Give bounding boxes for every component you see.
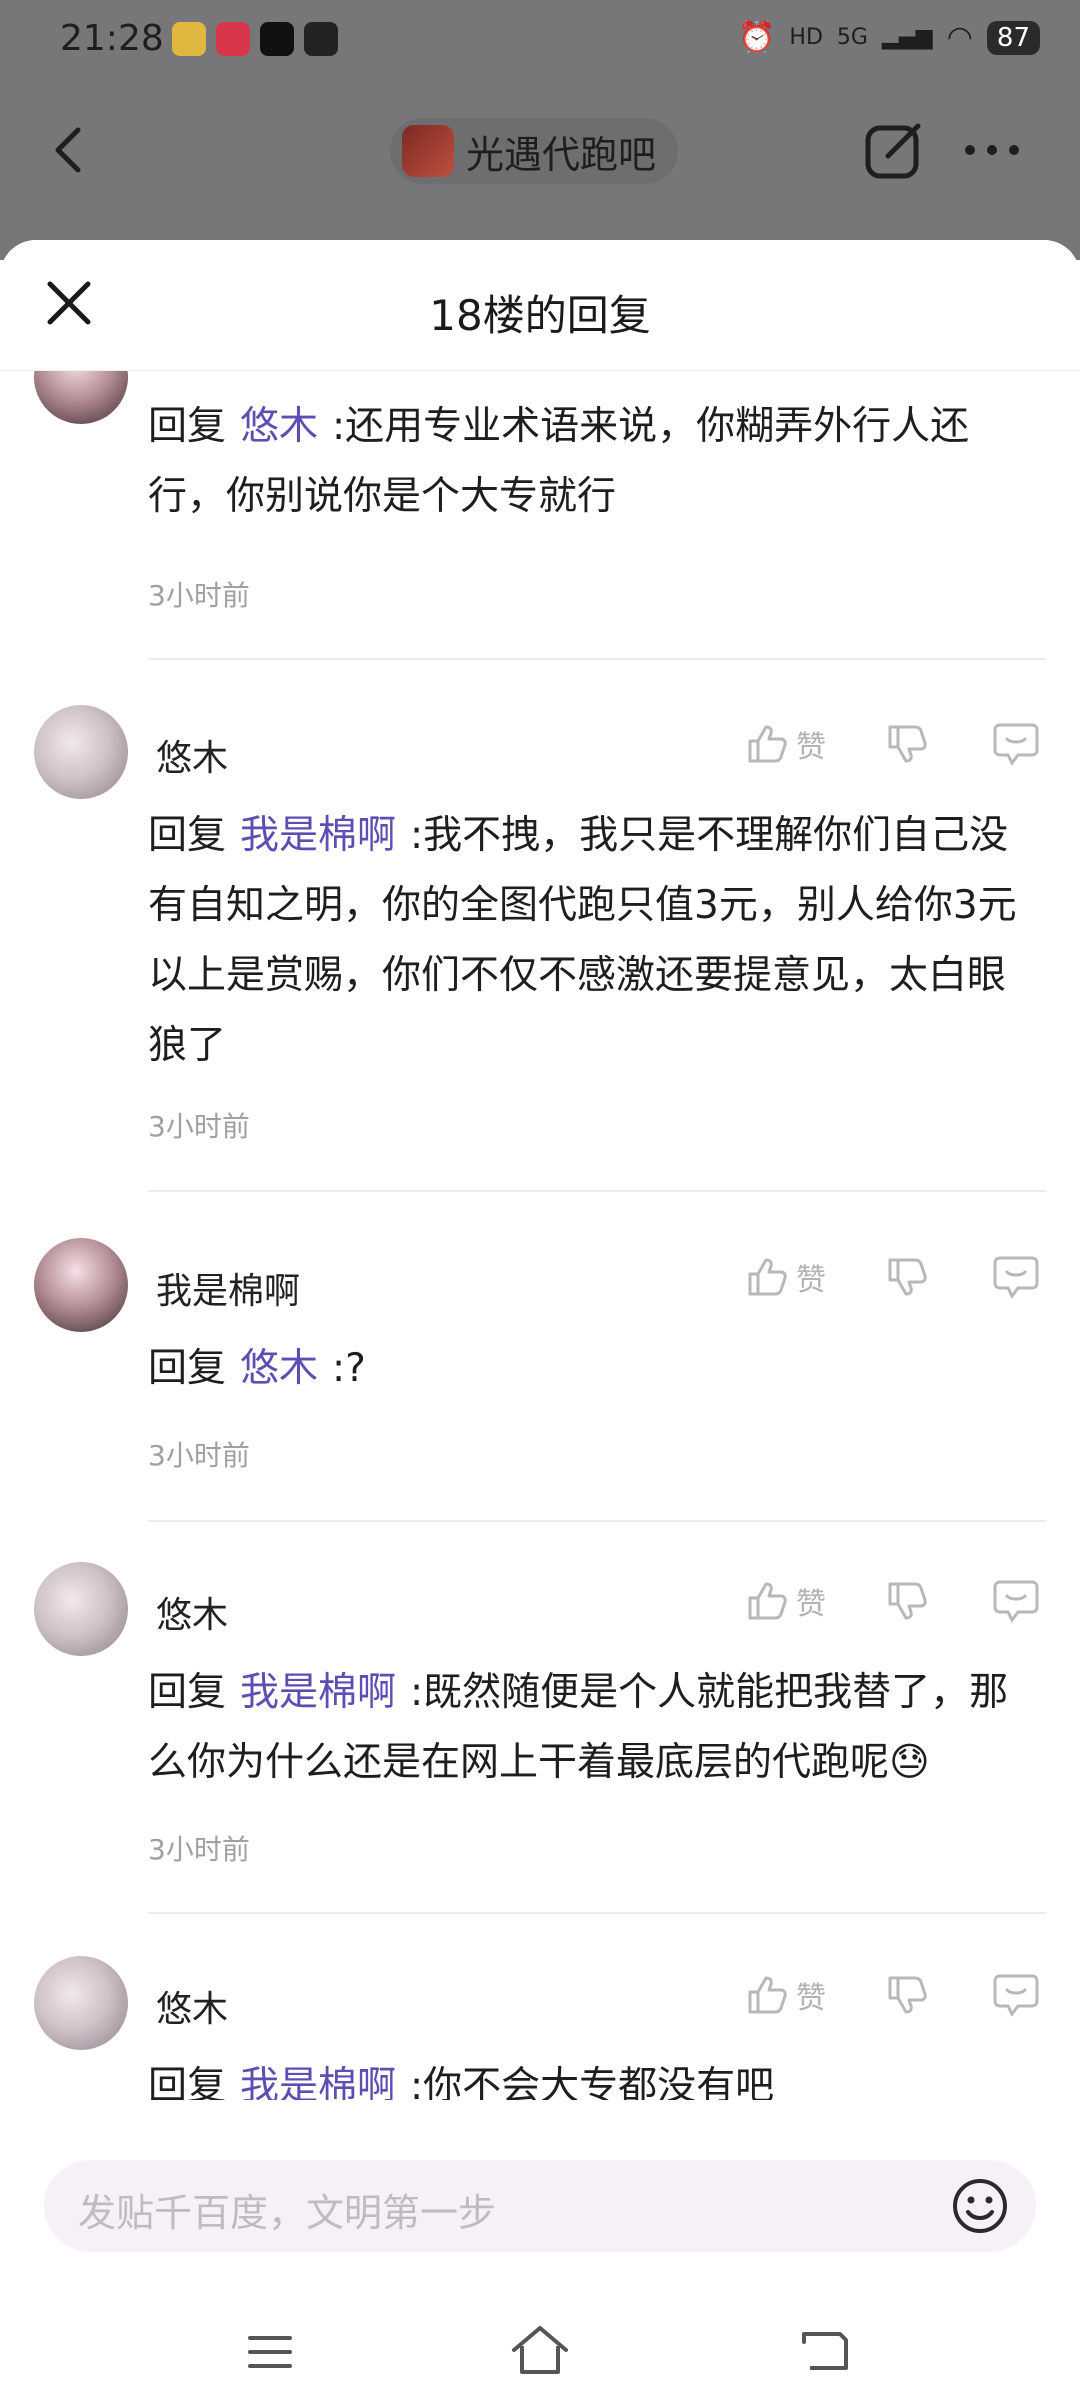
mention-link[interactable]: 悠木 (240, 404, 318, 449)
sheet-title: 18楼的回复 (429, 291, 651, 340)
reply-list[interactable]: 回复 悠木:还用专业术语来说，你糊弄外行人还行，你别说你是个大专就行 3小时前 悠… (0, 370, 1080, 2100)
wifi-icon: ◠ (946, 20, 973, 55)
reply-prefix: 回复 (148, 404, 227, 449)
status-bar: 21:28 ⏰ HD 5G ▂▄▆ ◠ 87 (0, 0, 1080, 82)
reply-time: 3小时前 (148, 1110, 250, 1143)
comment-input[interactable]: 发贴千百度，文明第一步 (44, 2160, 1036, 2252)
share-icon[interactable] (862, 120, 924, 182)
like-label: 赞 (796, 1981, 826, 2016)
forum-avatar (402, 125, 454, 177)
username[interactable]: 悠木 (156, 1586, 228, 1638)
system-icons: ⏰ HD 5G ▂▄▆ ◠ 87 (738, 20, 1040, 55)
thumbs-down-icon[interactable] (884, 1972, 930, 2018)
reply-actions: 赞 (744, 1578, 1040, 1624)
reply-content: 回复 我是棉啊:既然随便是个人就能把我替了，那么你为什么还是在网上干着最底层的代跑… (148, 1658, 1038, 1798)
thumbs-down-icon[interactable] (884, 721, 930, 767)
thumbs-down-icon[interactable] (884, 1254, 930, 1300)
menu-icon[interactable] (246, 2332, 294, 2372)
hd-icon: HD (789, 25, 823, 50)
reply-actions: 赞 (744, 721, 1040, 767)
avatar[interactable] (34, 1238, 128, 1332)
notification-icons (172, 22, 338, 56)
comment-icon[interactable] (992, 1578, 1040, 1624)
username[interactable]: 悠木 (156, 729, 228, 781)
thumbs-up-icon (748, 1258, 787, 1296)
signal-icon: ▂▄▆ (881, 25, 933, 50)
mention-link[interactable]: 悠木 (240, 1346, 318, 1391)
battery-level: 87 (986, 20, 1040, 55)
thumbs-down-icon[interactable] (884, 1578, 930, 1624)
reply-body: :你不会大专都没有吧 (410, 2064, 775, 2100)
forum-name: 光遇代跑吧 (466, 132, 657, 177)
avatar[interactable] (34, 1562, 128, 1656)
background-page: 21:28 ⏰ HD 5G ▂▄▆ ◠ 87 光遇代跑吧 (0, 0, 1080, 260)
app-notification-icon (304, 22, 338, 56)
thumbs-up-icon (748, 725, 787, 763)
reply-sheet: 18楼的回复 回复 悠木:还用专业术语来说，你糊弄外行人还行，你别说你是个大专就行… (0, 240, 1080, 2400)
sweat-emoji: 😓 (889, 1740, 930, 1785)
top-navigation: 光遇代跑吧 (0, 100, 1080, 200)
mention-link[interactable]: 我是棉啊 (240, 813, 396, 858)
status-time: 21:28 (60, 18, 164, 59)
reply-prefix: 回复 (148, 1346, 227, 1391)
like-label: 赞 (796, 1263, 826, 1298)
reply-actions: 赞 (744, 1972, 1040, 2018)
reply-time: 3小时前 (148, 1439, 250, 1472)
sheet-header: 18楼的回复 (0, 240, 1080, 371)
reply-actions: 赞 (744, 1254, 1040, 1300)
like-button[interactable]: 赞 (744, 1972, 826, 2018)
reply-time: 3小时前 (148, 1833, 250, 1866)
emoji-icon[interactable] (950, 2176, 1010, 2236)
system-navigation-bar (0, 2300, 1080, 2400)
divider (148, 1190, 1046, 1192)
avatar[interactable] (34, 370, 128, 424)
like-button[interactable]: 赞 (744, 1254, 826, 1300)
mention-link[interactable]: 我是棉啊 (240, 2064, 396, 2100)
home-icon[interactable] (510, 2324, 570, 2376)
back-arrow-icon[interactable] (40, 120, 100, 180)
comment-icon[interactable] (992, 721, 1040, 767)
thumbs-up-icon (748, 1582, 787, 1620)
reply-prefix: 回复 (148, 1670, 227, 1715)
tiktok-icon (260, 22, 294, 56)
input-placeholder: 发贴千百度，文明第一步 (78, 2191, 497, 2235)
app-notification-icon (216, 22, 250, 56)
like-label: 赞 (796, 730, 826, 765)
username[interactable]: 我是棉啊 (156, 1262, 300, 1314)
avatar[interactable] (34, 705, 128, 799)
reply-body: :? (332, 1346, 366, 1391)
reply-content: 回复 悠木:还用专业术语来说，你糊弄外行人还行，你别说你是个大专就行 (148, 392, 1038, 532)
like-label: 赞 (796, 1587, 826, 1622)
mention-link[interactable]: 我是棉啊 (240, 1670, 396, 1715)
alarm-icon: ⏰ (738, 20, 776, 55)
avatar[interactable] (34, 1956, 128, 2050)
reply-content: 回复 悠木:? (148, 1334, 1038, 1404)
divider (148, 1520, 1046, 1522)
reply-content: 回复 我是棉啊 :你不会大专都没有吧 (148, 2052, 1038, 2100)
reply-time: 3小时前 (148, 579, 250, 612)
app-notification-icon (172, 22, 206, 56)
network-label: 5G (836, 25, 868, 50)
username[interactable]: 悠木 (156, 1980, 228, 2032)
reply-prefix: 回复 (148, 2064, 227, 2100)
forum-chip[interactable]: 光遇代跑吧 (390, 118, 679, 184)
thumbs-up-icon (748, 1976, 787, 2014)
more-icon[interactable] (962, 130, 1022, 170)
reply-content: 回复 我是棉啊:我不拽，我只是不理解你们自己没有自知之明，你的全图代跑只值3元，别… (148, 801, 1038, 1081)
like-button[interactable]: 赞 (744, 721, 826, 767)
reply-prefix: 回复 (148, 813, 227, 858)
divider (148, 658, 1046, 660)
divider (148, 1912, 1046, 1914)
back-icon[interactable] (800, 2328, 852, 2374)
comment-icon[interactable] (992, 1972, 1040, 2018)
comment-icon[interactable] (992, 1254, 1040, 1300)
like-button[interactable]: 赞 (744, 1578, 826, 1624)
